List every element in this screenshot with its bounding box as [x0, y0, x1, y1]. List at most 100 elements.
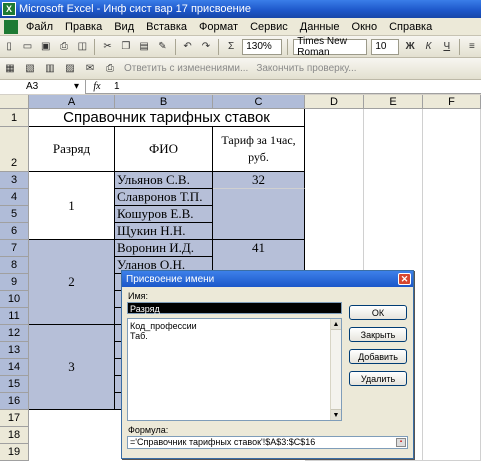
format-painter-icon[interactable]: ✎ [155, 39, 169, 55]
rate-1-merged-area[interactable] [213, 189, 305, 240]
column-header-f[interactable]: F [423, 95, 481, 109]
sheet-title-cell[interactable]: Справочник тарифных ставок [29, 109, 305, 127]
font-size-select[interactable]: 10 [371, 38, 400, 55]
list-item[interactable]: Таб. [130, 331, 339, 341]
separator [287, 38, 289, 55]
row-header-19[interactable]: 19 [0, 444, 29, 461]
row-header-12[interactable]: 12 [0, 325, 29, 342]
column-header-e[interactable]: E [364, 95, 423, 109]
menu-file[interactable]: Файл [20, 21, 59, 33]
column-header-b[interactable]: B [115, 95, 213, 109]
add-button[interactable]: Добавить [349, 349, 407, 364]
font-name-value: Times New Roman [297, 35, 347, 58]
print-comments-icon[interactable]: ⎙ [102, 61, 118, 77]
column-header-a[interactable]: A [29, 95, 115, 109]
send-icon[interactable]: ✉ [82, 61, 98, 77]
scroll-up-icon[interactable]: ▲ [331, 319, 341, 330]
close-button[interactable]: Закрыть [349, 327, 407, 342]
header-fio[interactable]: ФИО [115, 127, 213, 172]
chevron-down-icon[interactable]: ▾ [74, 81, 79, 92]
row-header-10[interactable]: 10 [0, 291, 29, 308]
preview-icon[interactable]: ◫ [75, 39, 89, 55]
italic-button[interactable]: К [421, 39, 435, 55]
row-header-18[interactable]: 18 [0, 427, 29, 444]
row-header-7[interactable]: 7 [0, 240, 29, 257]
new-icon[interactable]: ▯ [2, 39, 16, 55]
menu-edit[interactable]: Правка [59, 21, 108, 33]
undo-icon[interactable]: ↶ [180, 39, 194, 55]
paste-icon[interactable]: ▤ [137, 39, 151, 55]
column-header-c[interactable]: C [213, 95, 305, 109]
row-header-5[interactable]: 5 [0, 206, 29, 223]
print-icon[interactable]: ⎙ [57, 39, 71, 55]
names-list[interactable]: Код_профессии Таб. ▲ ▼ [127, 318, 342, 421]
row-header-3[interactable]: 3 [0, 172, 29, 189]
menu-view[interactable]: Вид [108, 21, 140, 33]
row-header-13[interactable]: 13 [0, 342, 29, 359]
font-name-select[interactable]: Times New Roman [293, 35, 368, 58]
scroll-down-icon[interactable]: ▼ [331, 409, 341, 420]
workbook-icon[interactable] [4, 19, 18, 34]
fio-cell[interactable]: Воронин И.Д. [115, 240, 213, 257]
track-icon[interactable]: ▧ [22, 61, 38, 77]
review-icon[interactable]: ▦ [2, 61, 18, 77]
fio-cell[interactable]: Ульянов С.В. [115, 172, 213, 189]
menu-format[interactable]: Формат [193, 21, 244, 33]
select-all-corner[interactable] [0, 95, 29, 109]
delete-button[interactable]: Удалить [349, 371, 407, 386]
fio-cell[interactable]: Кошуров Е.В. [115, 206, 213, 223]
comment-icon[interactable]: ▨ [62, 61, 78, 77]
rank-2-cell[interactable]: 2 [29, 240, 115, 325]
name-label: Имя: [128, 291, 149, 301]
list-scrollbar[interactable]: ▲ ▼ [330, 319, 341, 420]
column-f-area[interactable] [423, 109, 481, 461]
rank-3-cell[interactable]: 3 [29, 325, 115, 410]
header-rank[interactable]: Разряд [29, 127, 115, 172]
open-icon[interactable]: ▭ [20, 39, 34, 55]
menu-insert[interactable]: Вставка [140, 21, 193, 33]
autosum-button[interactable]: Σ [224, 39, 238, 55]
row-header-2[interactable]: 2 [0, 127, 29, 172]
underline-button[interactable]: Ч [440, 39, 454, 55]
column-header-d[interactable]: D [305, 95, 364, 109]
save-icon[interactable]: ▣ [39, 39, 53, 55]
collapse-dialog-icon[interactable]: ▪ [396, 438, 406, 447]
redo-icon[interactable]: ↷ [199, 39, 213, 55]
row-header-1[interactable]: 1 [0, 109, 29, 127]
formula-label: Формула: [128, 425, 169, 435]
reply-changes-button[interactable]: Ответить с изменениями... [124, 63, 248, 74]
close-icon[interactable]: ✕ [398, 273, 411, 285]
cut-icon[interactable]: ✂ [100, 39, 114, 55]
fio-cell[interactable]: Щукин Н.Н. [115, 223, 213, 240]
ok-button[interactable]: ОК [349, 305, 407, 320]
formula-input[interactable]: ='Справочник тарифных ставок'!$A$3:$C$16… [127, 436, 408, 449]
list-item[interactable]: Код_профессии [130, 321, 339, 331]
name-input[interactable]: Разряд [127, 302, 342, 314]
row-header-17[interactable]: 17 [0, 410, 29, 427]
bold-button[interactable]: Ж [403, 39, 417, 55]
rate-1-cell[interactable]: 32 [213, 172, 305, 189]
menu-help[interactable]: Справка [383, 21, 438, 33]
row-header-16[interactable]: 16 [0, 393, 29, 410]
menu-window[interactable]: Окно [346, 21, 384, 33]
end-review-button[interactable]: Закончить проверку... [256, 63, 356, 74]
row-header-9[interactable]: 9 [0, 274, 29, 291]
row-header-11[interactable]: 11 [0, 308, 29, 325]
rank-1-cell[interactable]: 1 [29, 172, 115, 240]
fx-icon[interactable]: fx [86, 81, 108, 92]
copy-icon[interactable]: ❐ [119, 39, 133, 55]
zoom-select[interactable]: 130% [242, 38, 283, 55]
compare-icon[interactable]: ▥ [42, 61, 58, 77]
row-header-15[interactable]: 15 [0, 376, 29, 393]
header-rate[interactable]: Тариф за 1час, руб. [213, 127, 305, 172]
align-left-icon[interactable]: ≡ [465, 39, 479, 55]
name-box[interactable]: A3 ▾ [0, 79, 86, 94]
formula-value[interactable]: 1 [108, 81, 120, 92]
fio-cell[interactable]: Славронов Т.П. [115, 189, 213, 206]
row-header-14[interactable]: 14 [0, 359, 29, 376]
row-header-6[interactable]: 6 [0, 223, 29, 240]
row-header-4[interactable]: 4 [0, 189, 29, 206]
menu-data[interactable]: Данные [294, 21, 346, 33]
row-header-8[interactable]: 8 [0, 257, 29, 274]
menu-tools[interactable]: Сервис [244, 21, 294, 33]
